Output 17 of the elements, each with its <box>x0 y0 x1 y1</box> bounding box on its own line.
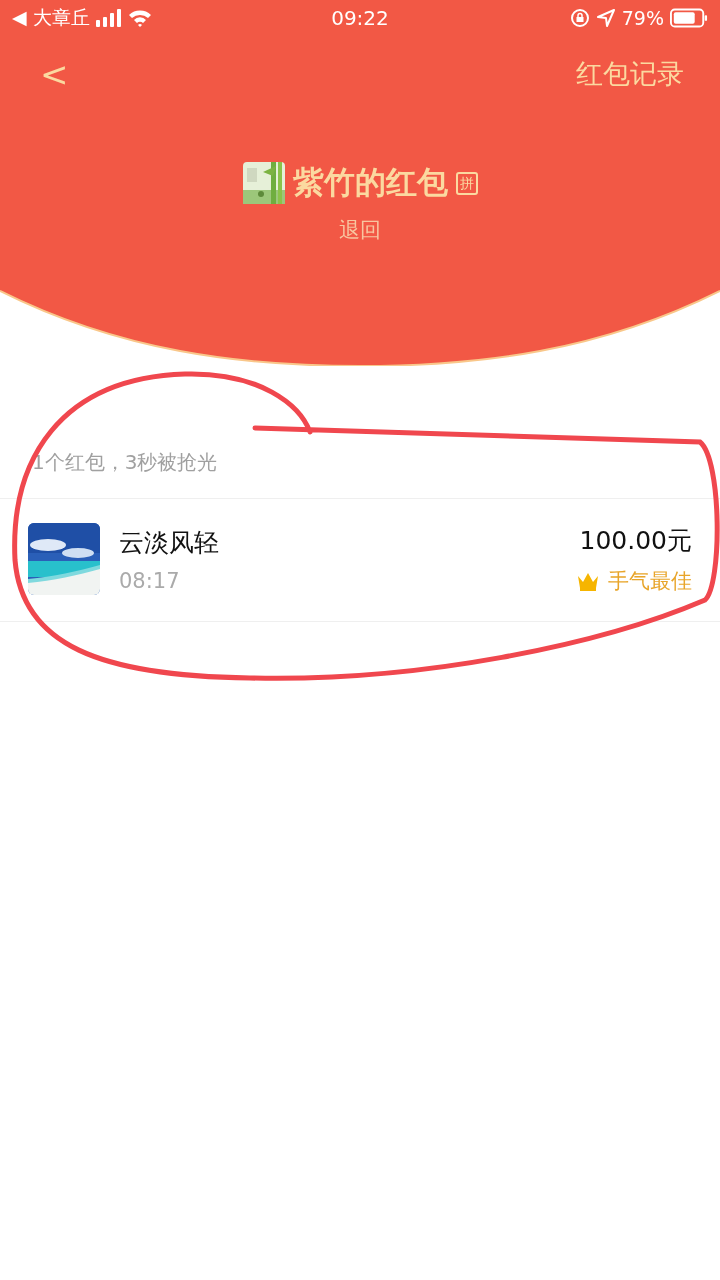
recipient-name: 云淡风轻 <box>119 526 220 559</box>
group-tag: 拼 <box>455 171 478 195</box>
battery-percent: 79% <box>621 7 664 29</box>
records-link[interactable]: 红包记录 <box>576 56 684 92</box>
back-button[interactable]: < <box>36 54 73 94</box>
back-to-app-label[interactable]: ◀ 大章丘 <box>12 5 90 31</box>
packet-title: 紫竹的红包 <box>292 163 448 202</box>
status-time: 09:22 <box>331 6 389 30</box>
receive-time: 08:17 <box>119 568 181 593</box>
best-luck-label: 手气最佳 <box>608 567 692 595</box>
signal-icon <box>95 9 122 27</box>
location-icon <box>595 8 616 28</box>
packet-status: 退回 <box>339 217 381 244</box>
rotation-lock-icon <box>569 8 590 28</box>
amount-text: 100.00元 <box>579 524 692 557</box>
wifi-icon <box>127 9 152 27</box>
battery-icon <box>670 8 708 28</box>
